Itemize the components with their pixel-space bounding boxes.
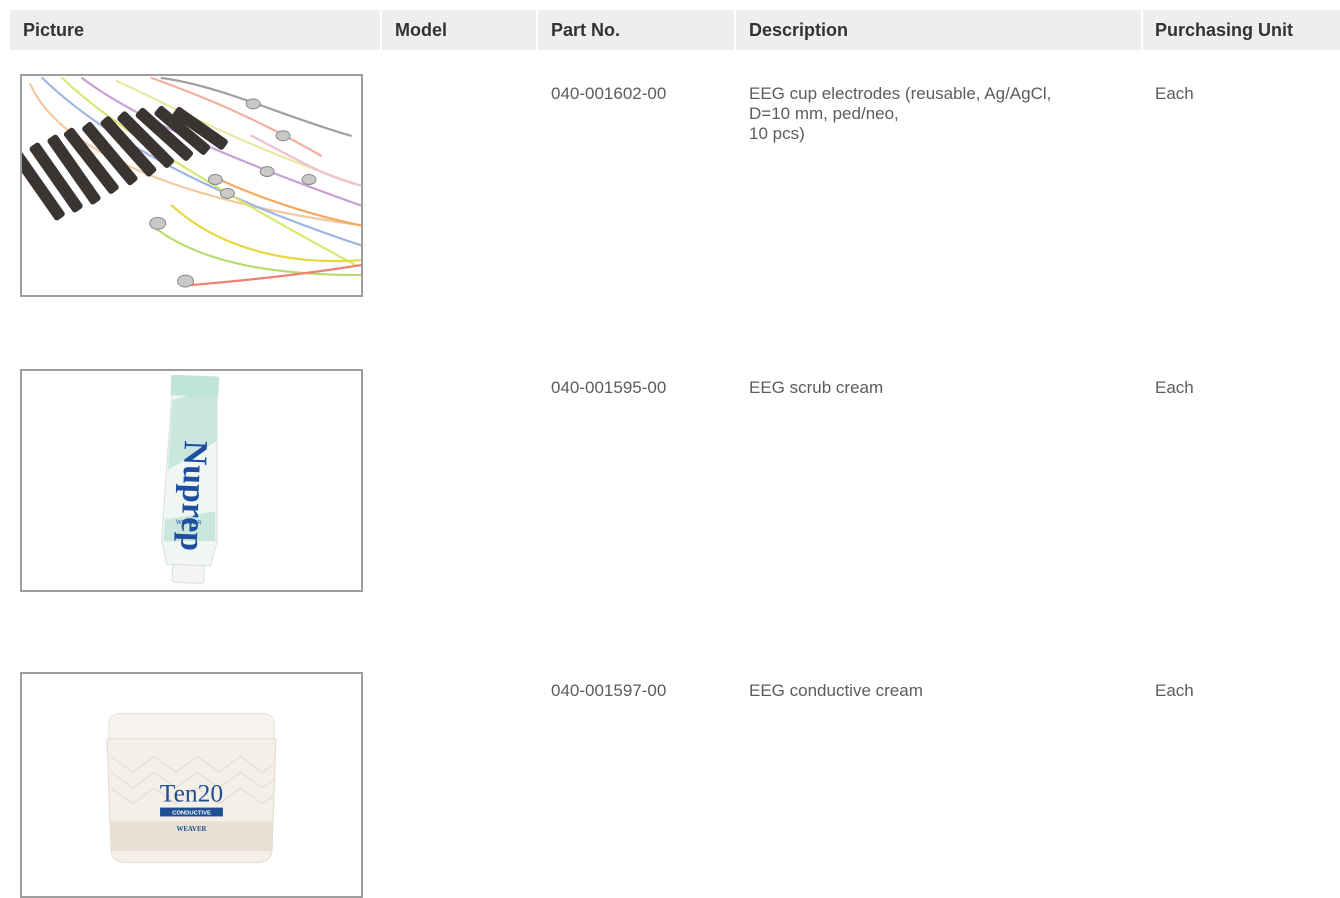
description: EEG scrub cream xyxy=(749,378,884,397)
header-part-no-label: Part No. xyxy=(551,19,621,40)
purchasing-unit: Each xyxy=(1155,681,1194,700)
description: EEG conductive cream xyxy=(749,681,923,700)
weaver-jar-label: WEAVER xyxy=(176,826,207,833)
header-description: Description xyxy=(736,10,1141,50)
part-number: 040-001597-00 xyxy=(551,681,667,700)
purchasing-unit: Each xyxy=(1155,378,1194,397)
conductive-sublabel: CONDUCTIVE xyxy=(172,810,211,816)
header-model-label: Model xyxy=(395,19,447,40)
weaver-maker-label: WEAVER xyxy=(176,520,202,527)
header-picture-label: Picture xyxy=(23,19,85,40)
part-number: 040-001602-00 xyxy=(551,84,667,103)
nuprep-brand-label: Nuprep xyxy=(173,440,214,552)
header-description-label: Description xyxy=(749,19,849,40)
purchasing-unit: Each xyxy=(1155,84,1194,103)
product-picture-conductive-cream: Ten20 CONDUCTIVE WEAVER xyxy=(20,672,363,898)
header-purchasing-unit-label: Purchasing Unit xyxy=(1155,19,1294,40)
part-number: 040-001595-00 xyxy=(551,378,667,397)
header-model: Model xyxy=(382,10,536,50)
header-part-no: Part No. xyxy=(538,10,734,50)
product-picture-cup-electrodes xyxy=(20,74,363,297)
ten20-brand-label: Ten20 xyxy=(160,779,223,808)
description: EEG cup electrodes (reusable, Ag/AgCl, D… xyxy=(749,84,1052,143)
conductive-cream-jar-photo: Ten20 CONDUCTIVE WEAVER xyxy=(24,674,359,896)
header-purchasing-unit: Purchasing Unit xyxy=(1143,10,1340,50)
product-picture-scrub-cream: Nuprep WEAVER xyxy=(20,369,363,592)
eeg-cup-electrodes-photo xyxy=(22,76,361,295)
scrub-cream-tube-photo: Nuprep WEAVER xyxy=(22,371,361,590)
header-picture: Picture xyxy=(10,10,380,50)
